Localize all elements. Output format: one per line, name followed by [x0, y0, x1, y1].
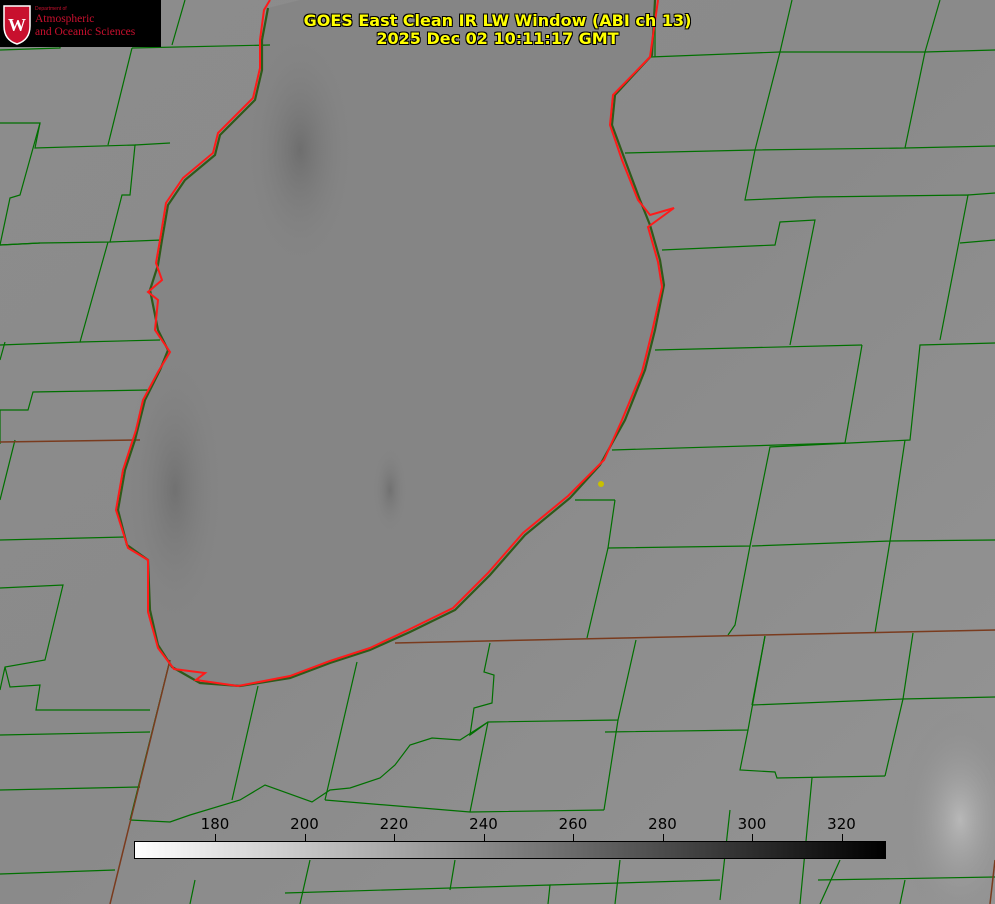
colorbar-tick-label: 300: [737, 815, 767, 833]
colorbar-tick-label: 280: [648, 815, 677, 833]
colorbar-tick-label: 200: [290, 815, 319, 833]
colorbar-tick-label: 220: [379, 815, 409, 833]
image-title: GOES East Clean IR LW Window (ABI ch 13): [303, 11, 692, 30]
lake-dark-center: [372, 445, 408, 535]
colorbar-tick-mark: [841, 834, 843, 841]
location-marker: [598, 481, 604, 487]
colorbar-tick-mark: [483, 834, 485, 841]
colorbar-tick-mark: [215, 834, 216, 841]
lake-dark-west: [125, 350, 225, 630]
colorbar-tick-label: 180: [200, 815, 230, 833]
colorbar-tick-mark: [662, 834, 664, 841]
colorbar-tick-mark: [752, 834, 753, 841]
colorbar-tick-mark: [394, 834, 395, 841]
colorbar-tick-mark: [573, 834, 574, 841]
satellite-map: [0, 0, 995, 904]
colorbar-tick-label: 320: [827, 815, 856, 833]
image-timestamp: 2025 Dec 02 10:11:17 GMT: [376, 29, 619, 48]
colorbar-tick-label: 240: [469, 815, 498, 833]
colorbar-tick-mark: [304, 834, 306, 841]
temperature-colorbar: [134, 841, 886, 859]
colorbar-tick-label: 260: [558, 815, 588, 833]
